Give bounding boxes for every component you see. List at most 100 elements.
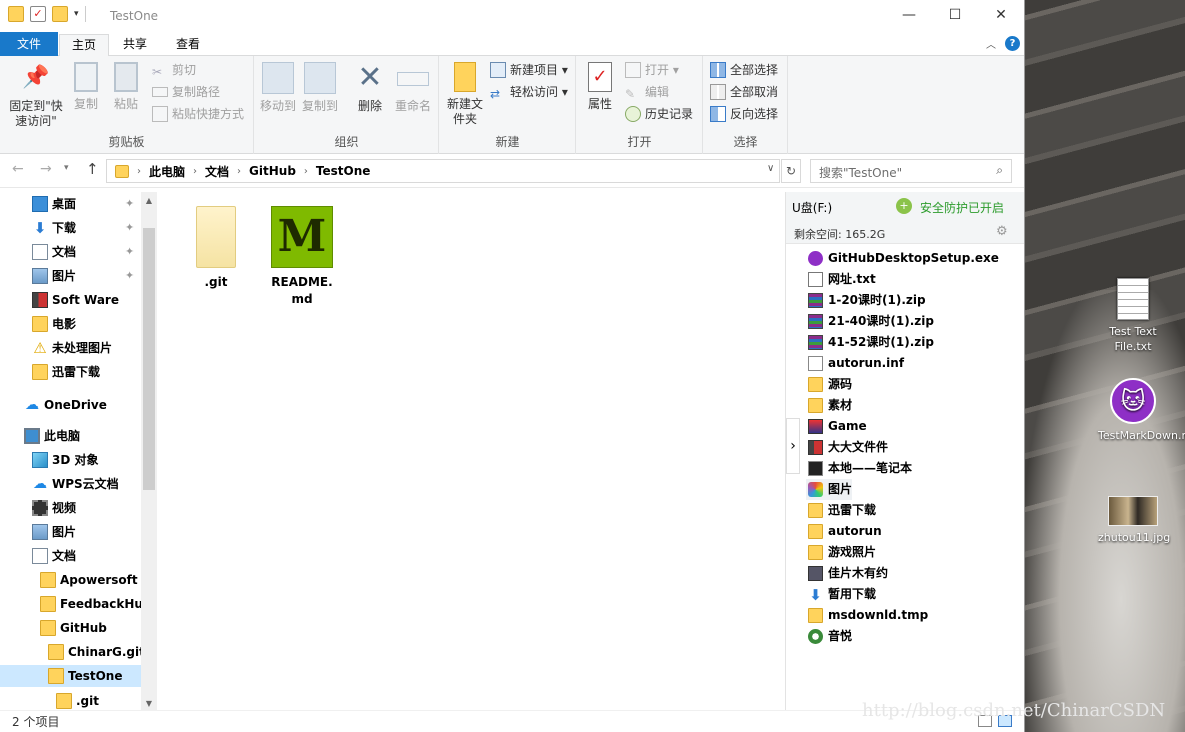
paste-button[interactable]: 粘贴	[108, 62, 144, 112]
pin-quick-access-button[interactable]: 📌 固定到"快速访问"	[4, 62, 68, 129]
chevron-up-icon[interactable]: ︿	[986, 36, 996, 51]
sidebar-item[interactable]: ⚠ 未处理图片	[32, 337, 112, 359]
forward-arrow-icon[interactable]: →	[40, 161, 52, 177]
list-item[interactable]: 迅雷下载	[806, 500, 876, 521]
sidebar-item[interactable]: 桌面 ✦	[32, 193, 134, 215]
chevron-down-icon[interactable]: ∨	[767, 163, 774, 174]
properties-qat-icon[interactable]: ✓	[30, 6, 46, 22]
chevron-down-icon[interactable]: ▾	[64, 163, 69, 173]
sidebar-item[interactable]: 视频	[32, 497, 76, 519]
sidebar-item[interactable]: 图片 ✦	[32, 265, 134, 287]
sidebar-item[interactable]: 文档 ✦	[32, 241, 134, 263]
copy-to-button[interactable]: 复制到	[301, 62, 339, 114]
chevron-up-icon[interactable]: ▲	[141, 196, 157, 205]
open-button[interactable]: 打开 ▾	[625, 60, 679, 80]
address-input[interactable]: › 此电脑 › 文档 › GitHub › TestOne	[106, 159, 780, 183]
sidebar-item[interactable]: ☁ OneDrive	[24, 394, 107, 416]
move-to-button[interactable]: 移动到	[259, 62, 297, 114]
sidebar-item[interactable]: ChinarG.git	[48, 641, 145, 663]
list-item[interactable]: 41-52课时(1).zip	[806, 332, 934, 353]
file-item-readme[interactable]: M README.md	[262, 206, 342, 308]
list-item[interactable]: 游戏照片	[806, 542, 876, 563]
delete-button[interactable]: ✕ 删除	[351, 62, 389, 114]
list-item[interactable]: GitHubDesktopSetup.exe	[806, 248, 999, 269]
edit-button[interactable]: ✎ 编辑	[625, 82, 669, 102]
maximize-button[interactable]: ☐	[932, 0, 978, 30]
pin-icon[interactable]: ✦	[125, 217, 134, 239]
nav-scrollbar-thumb[interactable]	[143, 228, 155, 490]
sidebar-item[interactable]: GitHub	[40, 617, 107, 639]
list-item[interactable]: msdownld.tmp	[806, 605, 928, 626]
rename-button[interactable]: 重命名	[391, 62, 435, 114]
sidebar-item[interactable]: ⬇ 下载 ✦	[32, 217, 135, 239]
new-item-button[interactable]: 新建项目 ▾	[490, 60, 568, 80]
sidebar-item[interactable]: Apowersoft	[40, 569, 138, 591]
sidebar-item[interactable]: 迅雷下载	[32, 361, 100, 383]
sidebar-item[interactable]: FeedbackHul	[40, 593, 147, 615]
desktop-icon-image[interactable]: zhutou11.jpg	[1098, 496, 1170, 545]
desktop-icon-markdown[interactable]: 🐱 TestMarkDown.md	[1098, 378, 1185, 443]
breadcrumb-github[interactable]: GitHub	[249, 164, 296, 178]
sidebar-item[interactable]: 3D 对象	[32, 449, 99, 471]
select-all-button[interactable]: 全部选择	[710, 60, 778, 80]
sidebar-item[interactable]: ☁ WPS云文档	[32, 473, 119, 495]
list-item[interactable]: 图片	[806, 479, 853, 500]
gear-icon[interactable]: ⚙	[996, 224, 1008, 239]
breadcrumb-this-pc[interactable]: 此电脑	[149, 163, 185, 180]
tab-home[interactable]: 主页	[59, 34, 110, 57]
list-item[interactable]: autorun	[806, 521, 882, 542]
paste-shortcut-button[interactable]: 粘贴快捷方式	[152, 104, 244, 124]
invert-selection-button[interactable]: 反向选择	[710, 104, 778, 124]
pin-icon[interactable]: ✦	[125, 241, 134, 263]
list-item[interactable]: ⬇ 暂用下载	[806, 584, 876, 605]
desktop-icon-text-file[interactable]: Test Text File.txt	[1098, 278, 1168, 354]
easy-access-button[interactable]: ⇄ 轻松访问 ▾	[490, 82, 568, 102]
select-none-button[interactable]: 全部取消	[710, 82, 778, 102]
copy-path-button[interactable]: 复制路径	[152, 82, 220, 102]
sidebar-item[interactable]: TestOne	[0, 665, 141, 687]
pin-icon[interactable]: ✦	[125, 265, 134, 287]
copy-button[interactable]: 复制	[68, 62, 104, 112]
list-item[interactable]: 素材	[806, 395, 852, 416]
sidebar-item[interactable]: 图片	[32, 521, 76, 543]
chevron-right-icon[interactable]: ›	[786, 418, 800, 474]
list-item[interactable]: 大大文件件	[806, 437, 888, 458]
list-item[interactable]: 21-40课时(1).zip	[806, 311, 934, 332]
chevron-down-icon[interactable]: ▾	[74, 9, 79, 19]
sidebar-item[interactable]: Soft Ware	[32, 289, 119, 311]
list-item[interactable]: 音悦	[806, 626, 852, 647]
tab-view[interactable]: 查看	[164, 34, 212, 56]
chevron-down-icon[interactable]: ▼	[141, 699, 157, 708]
list-item[interactable]: 网址.txt	[806, 269, 876, 290]
list-item[interactable]: 佳片木有约	[806, 563, 888, 584]
properties-button[interactable]: ✓ 属性	[583, 62, 617, 112]
list-item[interactable]: 1-20课时(1).zip	[806, 290, 926, 311]
new-folder-button[interactable]: 新建文件夹	[444, 62, 486, 127]
list-item-label: GitHubDesktopSetup.exe	[828, 251, 999, 265]
back-arrow-icon[interactable]: ←	[12, 161, 24, 177]
sidebar-item[interactable]: 此电脑	[24, 425, 80, 447]
tab-share[interactable]: 共享	[111, 34, 159, 56]
list-item[interactable]: 源码	[806, 374, 852, 395]
sidebar-item[interactable]: .git	[56, 690, 99, 710]
file-item-git[interactable]: .git	[176, 206, 256, 291]
search-input[interactable]: 搜索"TestOne" ⌕	[810, 159, 1012, 183]
new-folder-qat-icon[interactable]	[52, 6, 68, 22]
sidebar-item-label: Apowersoft	[60, 573, 138, 587]
breadcrumb-documents[interactable]: 文档	[205, 163, 229, 180]
pin-icon[interactable]: ✦	[125, 193, 134, 215]
cut-button[interactable]: ✂ 剪切	[152, 60, 196, 80]
sidebar-item[interactable]: 电影	[32, 313, 76, 335]
minimize-button[interactable]: —	[886, 0, 932, 30]
breadcrumb-testone[interactable]: TestOne	[316, 164, 371, 178]
close-button[interactable]: ✕	[978, 0, 1024, 30]
tab-file[interactable]: 文件	[0, 32, 58, 56]
up-arrow-icon[interactable]: ↑	[86, 160, 99, 178]
list-item[interactable]: autorun.inf	[806, 353, 904, 374]
list-item[interactable]: 本地——笔记本	[806, 458, 912, 479]
sidebar-item[interactable]: 文档	[32, 545, 76, 567]
refresh-icon[interactable]: ↻	[781, 159, 801, 183]
help-icon[interactable]: ?	[1005, 36, 1020, 51]
list-item[interactable]: Game	[806, 416, 867, 437]
history-button[interactable]: 历史记录	[625, 104, 693, 124]
